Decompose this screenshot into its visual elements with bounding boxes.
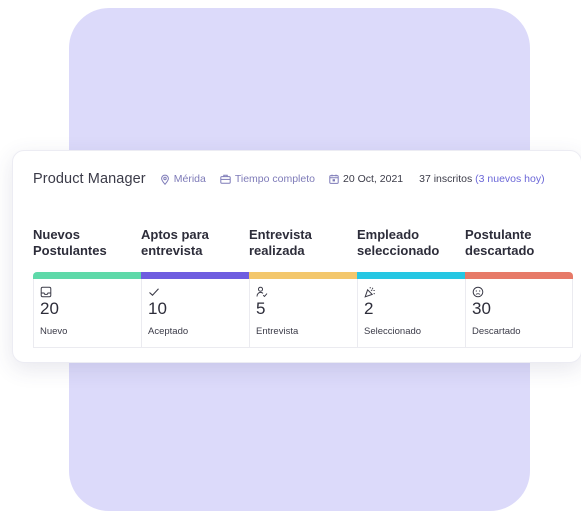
party-popper-icon <box>364 285 376 298</box>
stage-summary: 20 Nuevo <box>33 279 141 348</box>
stage-label: Seleccionado <box>364 326 422 337</box>
stage-summary: 2 Seleccionado <box>357 279 465 348</box>
stage-title: Empleado seleccionado <box>357 227 440 258</box>
stage-count: 10 <box>148 299 167 318</box>
stage-summary: 30 Descartado <box>465 279 573 348</box>
stage-title: Postulante descartado <box>465 227 535 258</box>
briefcase-icon <box>220 174 231 184</box>
stage-title: Aptos para entrevista <box>141 227 209 258</box>
job-schedule-text: Tiempo completo <box>234 173 315 185</box>
new-applicants-link[interactable]: (3 nuevos hoy) <box>475 173 544 185</box>
job-pipeline-card: Product Manager Mérida Tiempo completo 2… <box>12 150 581 363</box>
sad-face-icon <box>472 285 484 298</box>
job-date-text: 20 Oct, 2021 <box>343 173 404 185</box>
stage-count: 20 <box>40 299 59 318</box>
stage-label: Nuevo <box>40 326 68 337</box>
stage-column[interactable]: Empleado seleccionado 2 Seleccionado <box>357 223 465 348</box>
job-header: Product Manager Mérida Tiempo completo 2… <box>33 169 571 189</box>
user-check-icon <box>256 285 268 298</box>
stage-label: Aceptado <box>148 326 189 337</box>
stage-color-bar <box>249 272 357 279</box>
stage-label: Entrevista <box>256 326 299 337</box>
job-location-text: Mérida <box>173 173 206 185</box>
applicants-total: 37 inscritos <box>419 173 473 185</box>
canvas: Product Manager Mérida Tiempo completo 2… <box>0 0 581 516</box>
stage-title: Nuevos Postulantes <box>33 227 107 258</box>
inbox-icon <box>40 285 52 298</box>
applicants-count: 37 inscritos (3 nuevos hoy) <box>419 173 545 185</box>
job-schedule: Tiempo completo <box>220 173 315 185</box>
stage-column[interactable]: Aptos para entrevista 10 Aceptado <box>141 223 249 348</box>
location-pin-icon <box>160 174 170 185</box>
stage-count: 5 <box>256 299 266 318</box>
stage-count: 30 <box>472 299 491 318</box>
stage-color-bar <box>141 272 249 279</box>
job-location: Mérida <box>160 173 206 185</box>
stage-count: 2 <box>364 299 374 318</box>
stage-label: Descartado <box>472 326 521 337</box>
pipeline-stages: Nuevos Postulantes 20 Nuevo Aptos para e… <box>33 223 573 348</box>
calendar-icon <box>329 174 339 184</box>
job-title: Product Manager <box>33 171 146 187</box>
job-date: 20 Oct, 2021 <box>329 173 403 185</box>
stage-column[interactable]: Nuevos Postulantes 20 Nuevo <box>33 223 141 348</box>
stage-summary: 10 Aceptado <box>141 279 249 348</box>
stage-summary: 5 Entrevista <box>249 279 357 348</box>
stage-color-bar <box>33 272 141 279</box>
stage-color-bar <box>357 272 465 279</box>
stage-column[interactable]: Postulante descartado 30 Descartado <box>465 223 573 348</box>
stage-title: Entrevista realizada <box>249 227 312 258</box>
stage-color-bar <box>465 272 573 279</box>
check-icon <box>148 285 160 297</box>
stage-column[interactable]: Entrevista realizada 5 Entrevista <box>249 223 357 348</box>
